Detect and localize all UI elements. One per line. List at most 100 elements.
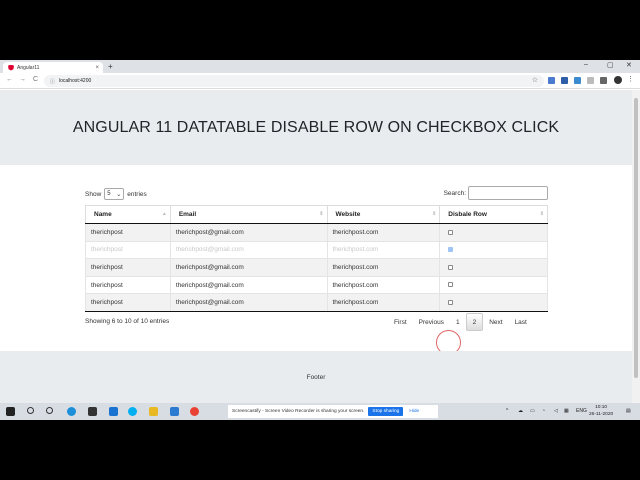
puzzle-icon[interactable] [600,77,607,84]
language-indicator[interactable]: ENG [576,408,587,414]
clock-time: 10:10 [595,405,608,410]
browser-toolbar: ← → C ⓘ localhost:4200 ☆ ⋮ [0,73,640,89]
column-header-website[interactable]: Website ⇕ [326,205,440,224]
windows-start-icon[interactable] [6,407,15,416]
cell-website: therichpost.com [326,240,440,259]
sort-icon: ⇕ [432,211,437,217]
length-control: Show 5 ⌄ entries [85,188,147,200]
close-window-icon[interactable]: ✕ [626,61,632,69]
ime-icon[interactable]: ▦ [564,408,569,414]
disable-row-checkbox[interactable] [448,299,454,305]
page-2-button[interactable]: 2 [465,313,484,331]
maximize-icon[interactable]: ▢ [607,61,614,69]
notification-icon[interactable]: ▤ [626,408,631,414]
column-header-name[interactable]: Name ▲ [85,205,171,224]
new-tab-button[interactable]: + [108,62,113,71]
cell-name: therichpost [85,258,171,277]
pagination: First Previous 1 2 Next Last [388,313,533,331]
minimize-icon[interactable]: – [584,61,588,68]
cell-disable-row [439,293,548,312]
bookmark-star-icon[interactable]: ☆ [532,76,538,84]
address-bar[interactable]: ⓘ localhost:4200 ☆ [44,75,544,87]
store-icon[interactable] [88,407,97,416]
table-row: therichpost therichpost@gmail.com therichp… [85,275,548,294]
cell-email: therichpost@gmail.com [169,223,327,242]
people-icon[interactable]: ^ [506,408,508,414]
chrome-icon[interactable] [190,407,199,416]
cell-name: therichpost [85,240,171,259]
page-footer: Footer [0,351,632,403]
clock-date: 26-11-2020 [589,412,614,417]
last-page-button[interactable]: Last [509,313,533,331]
site-info-icon[interactable]: ⓘ [50,78,55,85]
skype-icon[interactable] [128,407,137,416]
chevron-down-icon: ⌄ [116,191,122,198]
hide-button[interactable]: Hide [409,409,419,414]
reload-icon[interactable]: C [33,76,38,83]
column-header-email[interactable]: Email ⇕ [169,205,327,224]
tab-close-icon[interactable]: × [95,65,99,71]
disable-row-checkbox[interactable] [448,282,454,288]
page-scrollbar[interactable] [632,90,640,403]
scrollbar-thumb[interactable] [634,98,638,378]
cell-website: therichpost.com [326,275,440,294]
system-clock[interactable]: 10:10 26-11-2020 [589,404,613,418]
extension-icon[interactable] [587,77,594,84]
table-row: therichpost therichpost@gmail.com therichp… [85,223,548,242]
table-row: therichpost therichpost@gmail.com therichp… [85,258,548,277]
browser-tab[interactable]: Angular11 × [3,62,103,73]
sort-asc-icon: ▲ [161,211,167,217]
entries-select[interactable]: 5 ⌄ [104,188,125,200]
search-icon[interactable] [27,407,34,414]
column-header-disable-row[interactable]: Disbale Row ⇕ [439,205,548,224]
data-table: Name ▲ Email ⇕ Website ⇕ Disbale Row ⇕ theri… [85,205,548,312]
extension-icon[interactable] [561,77,568,84]
file-explorer-icon[interactable] [149,407,158,416]
disable-row-checkbox[interactable] [448,229,454,235]
column-label: Name [94,211,112,218]
windows-taskbar: Screencastify - Screen Video Recorder is… [0,403,640,420]
url-text: localhost:4200 [59,78,92,84]
cell-disable-row [439,275,548,294]
cell-email: therichpost@gmail.com [169,240,327,259]
extension-icon[interactable] [574,77,581,84]
table-row: therichpost therichpost@gmail.com therichp… [85,240,548,259]
cell-disable-row [439,240,548,259]
cell-disable-row [439,223,548,242]
cortana-icon[interactable] [46,407,53,414]
kebab-menu-icon[interactable]: ⋮ [627,75,634,83]
table-controls: Show 5 ⌄ entries Search: [85,186,548,200]
notice-text: Screencastify - Screen Video Recorder is… [232,409,365,414]
stop-sharing-button[interactable]: Stop sharing [368,407,404,416]
disable-row-checkbox[interactable] [448,247,454,253]
cell-email: therichpost@gmail.com [169,293,327,312]
volume-icon[interactable]: ◁ [554,408,558,414]
header-row: Name ▲ Email ⇕ Website ⇕ Disbale Row ⇕ [85,205,548,224]
mail-icon[interactable] [109,407,118,416]
disable-row-checkbox[interactable] [448,264,454,270]
screen: Angular11 × + – ▢ ✕ ← → C ⓘ localhost:42… [0,60,640,420]
forward-icon[interactable]: → [19,76,26,83]
cell-website: therichpost.com [326,258,440,277]
column-label: Email [178,211,197,218]
back-icon[interactable]: ← [6,76,13,83]
next-page-button[interactable]: Next [483,313,508,331]
screen-share-notice: Screencastify - Screen Video Recorder is… [228,405,438,418]
cell-email: therichpost@gmail.com [169,258,327,277]
vscode-icon[interactable] [170,407,179,416]
extension-icon[interactable] [548,77,555,84]
first-page-button[interactable]: First [388,313,413,331]
cell-name: therichpost [85,223,171,242]
edge-icon[interactable] [67,407,76,416]
web-page: ANGULAR 11 DATATABLE DISABLE ROW ON CHEC… [0,90,632,403]
battery-icon[interactable]: ▭ [530,408,535,414]
page-1-button[interactable]: 1 [450,313,466,331]
show-label: Show [85,190,102,198]
search-input[interactable] [468,186,548,200]
onedrive-icon[interactable]: ☁ [518,408,523,414]
entries-value: 5 [107,191,111,197]
previous-page-button[interactable]: Previous [413,313,450,331]
entries-label: entries [127,190,147,198]
network-icon[interactable]: ◔ [542,408,545,414]
profile-avatar[interactable] [614,76,622,84]
